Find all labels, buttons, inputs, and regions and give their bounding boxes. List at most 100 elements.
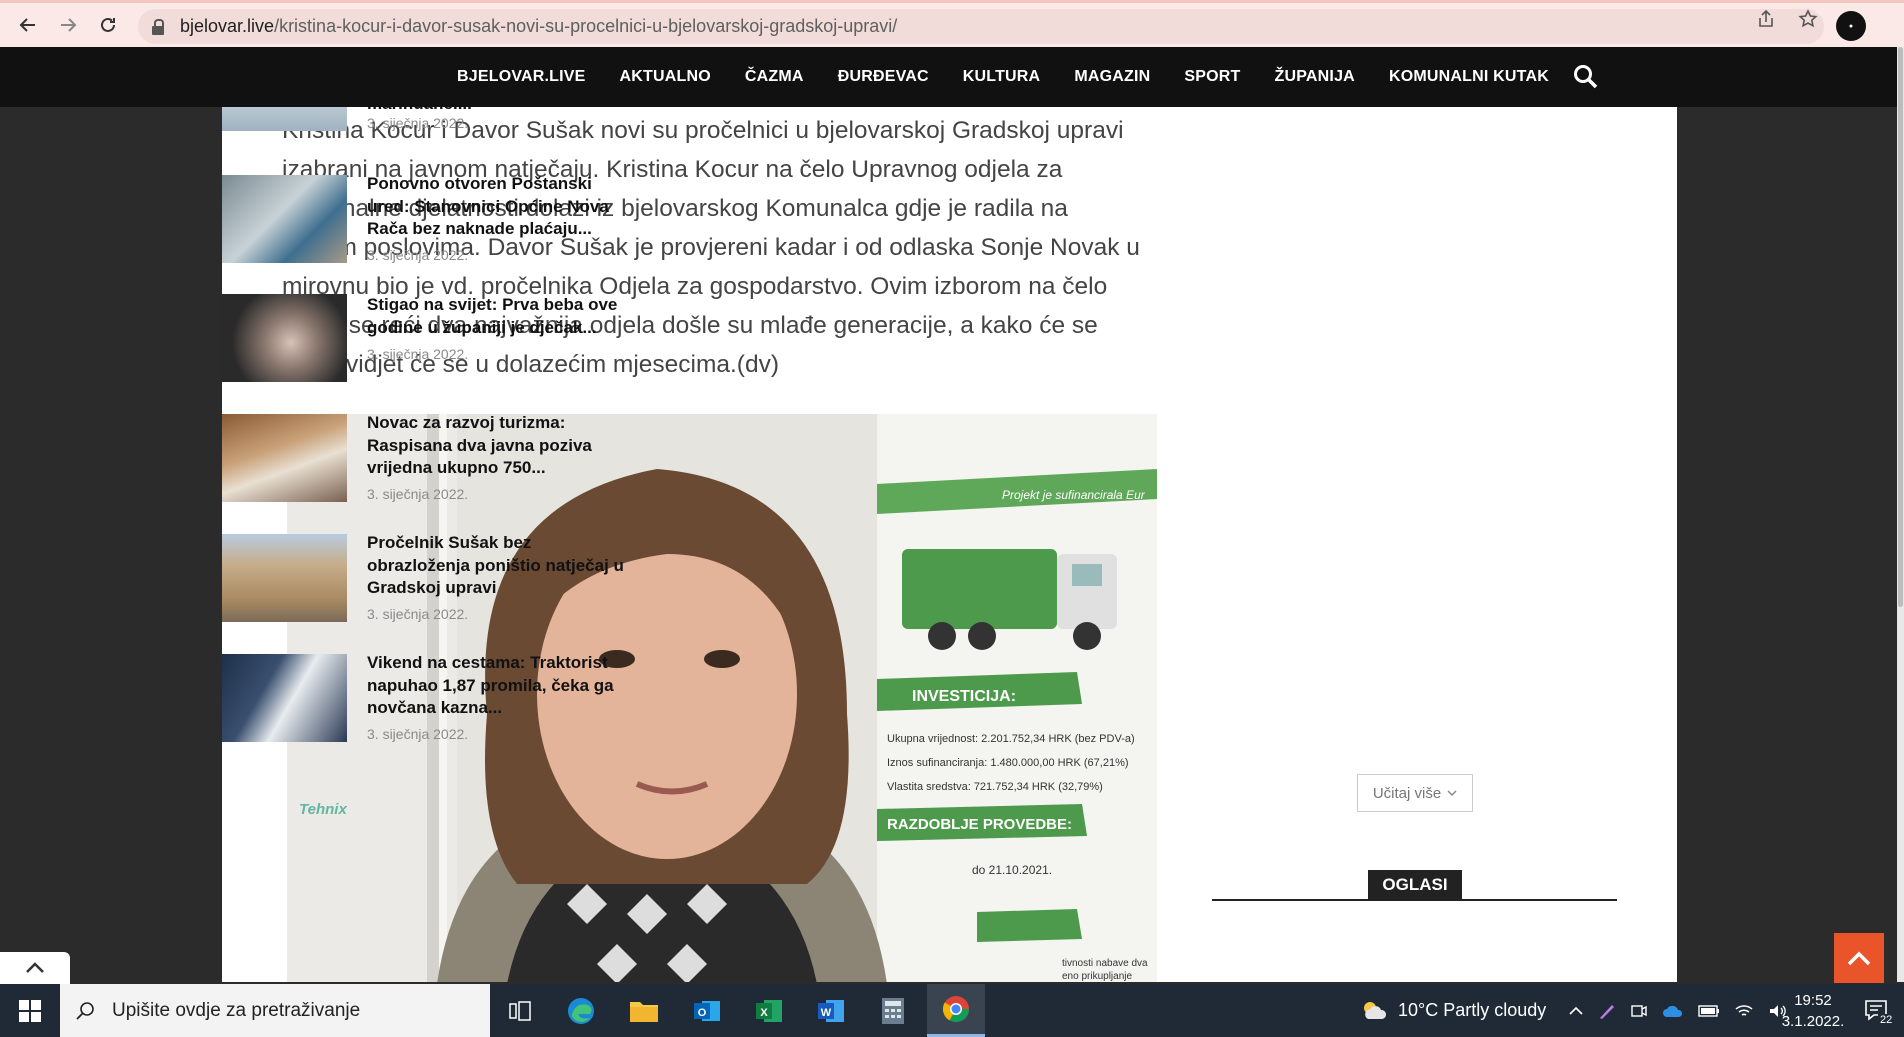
sidebar-item-title[interactable]: Ponovno otvoren Poštanski ured: Stanovni… [367, 173, 632, 241]
share-icon[interactable] [1756, 9, 1776, 29]
nav-item-durdevac[interactable]: ĐURĐEVAC [821, 68, 946, 86]
sidebar-thumbnail[interactable] [222, 294, 347, 382]
forward-button[interactable] [48, 5, 88, 45]
taskbar-search-placeholder: Upišite ovdje za pretraživanje [112, 999, 361, 1021]
sidebar-item-title[interactable]: Vikend na cestama: Traktorist napuhao 1,… [367, 652, 632, 720]
poster-razdoblje: RAZDOBLJE PROVEDBE: [887, 816, 1072, 833]
nav-item-bjelovar-live[interactable]: BJELOVAR.LIVE [440, 68, 603, 86]
chevron-up-icon [26, 962, 44, 973]
sidebar-item-title[interactable]: Stigao na svijet: Prva beba ove godine u… [367, 294, 632, 339]
poster-ukupna: Ukupna vrijednost: 2.201.752,34 HRK (bez… [887, 733, 1135, 745]
word-app[interactable]: W [802, 984, 860, 1037]
poster-header: Projekt je sufinancirala Eur [1002, 488, 1146, 502]
back-to-top-button[interactable] [1834, 933, 1884, 983]
reload-button[interactable] [88, 5, 128, 45]
notification-center-button[interactable]: 22 [1858, 992, 1896, 1030]
pen-icon[interactable] [1598, 1002, 1616, 1020]
poster-brand: Tehnix [299, 801, 347, 818]
scrollbar-thumb[interactable] [1898, 47, 1903, 607]
address-bar[interactable]: bjelovar.live/kristina-kocur-i-davor-sus… [138, 9, 1824, 44]
page-scrollbar[interactable] [1897, 47, 1904, 982]
nav-item-kultura[interactable]: KULTURA [946, 68, 1058, 86]
article-body: Kristina Kocur i Davor Sušak novi su pro… [282, 107, 1142, 384]
sidebar-item-date: 3. siječnja 2022. [367, 726, 469, 742]
arrow-left-icon [19, 18, 35, 32]
poster-iznos: Iznos sufinanciranja: 1.480.000,00 HRK (… [887, 757, 1129, 769]
sidebar-thumbnail[interactable] [222, 175, 347, 263]
nav-item-magazin[interactable]: MAGAZIN [1057, 68, 1167, 86]
main-menu: BJELOVAR.LIVE AKTUALNO ČAZMA ĐURĐEVAC KU… [440, 47, 1566, 107]
onedrive-icon[interactable] [1662, 1003, 1684, 1019]
url-path: /kristina-kocur-i-davor-susak-novi-su-pr… [274, 16, 898, 36]
sidebar-item-date: 3. siječnja 2022. [367, 346, 469, 362]
browser-toolbar: bjelovar.live/kristina-kocur-i-davor-sus… [0, 0, 1904, 47]
excel-app[interactable]: X [740, 984, 798, 1037]
start-button[interactable] [0, 984, 60, 1037]
poster-do: do 21.10.2021. [972, 863, 1052, 877]
sidebar-thumbnail[interactable] [222, 654, 347, 742]
poster-investicija: INVESTICIJA: [912, 688, 1016, 705]
search-icon[interactable] [1572, 63, 1600, 91]
sidebar-item-date: 3. siječnja 2022. [367, 115, 469, 131]
task-view-button[interactable] [491, 984, 549, 1037]
weather-widget[interactable]: 10°C Partly cloudy [1360, 984, 1546, 1037]
chrome-app[interactable] [927, 984, 985, 1037]
task-view-icon [509, 1000, 531, 1021]
clock-time: 19:52 [1794, 992, 1832, 1009]
partly-cloudy-icon [1364, 1001, 1387, 1019]
system-clock[interactable]: 19:52 3.1.2022. [1770, 990, 1856, 1032]
sidebar-thumbnail[interactable] [222, 414, 347, 502]
profile-avatar[interactable]: ● [1836, 11, 1866, 41]
svg-text:W: W [821, 1007, 832, 1019]
edge-app[interactable] [552, 984, 610, 1037]
sidebar-item-title[interactable]: Novac za razvoj turizma: Raspisana dva j… [367, 412, 632, 480]
nav-item-cazma[interactable]: ČAZMA [728, 68, 821, 86]
file-explorer-app[interactable] [615, 984, 673, 1037]
chevron-up-icon [1847, 951, 1871, 966]
ads-divider [1212, 899, 1617, 901]
system-tray [1568, 984, 1788, 1037]
ads-heading: OGLASI [1368, 870, 1462, 899]
page-content: Kristina Kocur i Davor Sušak novi su pro… [222, 107, 1677, 982]
chevron-up-icon[interactable] [1568, 1005, 1584, 1017]
poster-nabave: tivnosti nabave dva [1062, 958, 1148, 969]
collapse-button[interactable] [0, 952, 70, 984]
nav-item-zupanija[interactable]: ŽUPANIJA [1258, 68, 1372, 86]
windows-logo-icon [19, 999, 41, 1022]
nav-item-aktualno[interactable]: AKTUALNO [603, 68, 728, 86]
svg-text:O: O [698, 1007, 707, 1019]
chrome-icon [942, 996, 970, 1023]
outlook-app[interactable]: O [678, 984, 736, 1037]
sidebar-thumbnail[interactable] [222, 107, 347, 131]
nav-item-komunalni-kutak[interactable]: KOMUNALNI KUTAK [1372, 68, 1566, 86]
poster-prikupljanje: eno prikupljanje [1062, 971, 1132, 982]
sidebar-item-date: 3. siječnja 2022. [367, 486, 469, 502]
article-text: Kristina Kocur i Davor Sušak novi su pro… [282, 117, 1140, 378]
site-navigation: BJELOVAR.LIVE AKTUALNO ČAZMA ĐURĐEVAC KU… [0, 47, 1904, 107]
load-more-button[interactable]: Učitaj više [1357, 774, 1473, 812]
calculator-icon [882, 997, 904, 1024]
outlook-icon: O [694, 1000, 720, 1021]
calculator-app[interactable] [864, 984, 922, 1037]
star-icon[interactable] [1798, 9, 1818, 29]
notification-count: 22 [1878, 1014, 1895, 1026]
taskbar-search[interactable]: Upišite ovdje za pretraživanje [60, 984, 490, 1037]
sidebar-thumbnail[interactable] [222, 534, 347, 622]
load-more-label: Učitaj više [1372, 784, 1442, 802]
folder-icon [630, 1001, 658, 1022]
lock-icon [152, 18, 166, 35]
back-button[interactable] [8, 5, 48, 45]
sidebar-item-date: 3. siječnja 2022. [367, 247, 469, 263]
wifi-icon[interactable] [1734, 1003, 1754, 1019]
meet-icon[interactable] [1630, 1002, 1648, 1020]
poster-vlastita: Vlastita sredstva: 721.752,34 HRK (32,79… [887, 781, 1103, 793]
weather-text: 10°C Partly cloudy [1398, 1000, 1547, 1020]
windows-taskbar: Upišite ovdje za pretraživanje O X W 10°… [0, 984, 1904, 1037]
search-icon [76, 1001, 94, 1020]
svg-text:X: X [760, 1007, 768, 1019]
nav-item-sport[interactable]: SPORT [1167, 68, 1257, 86]
url-domain: bjelovar.live [180, 16, 275, 36]
battery-icon[interactable] [1698, 1004, 1720, 1018]
sidebar-item-title[interactable]: Pročelnik Sušak bez obrazloženja poništi… [367, 532, 632, 600]
word-icon: W [818, 999, 844, 1022]
